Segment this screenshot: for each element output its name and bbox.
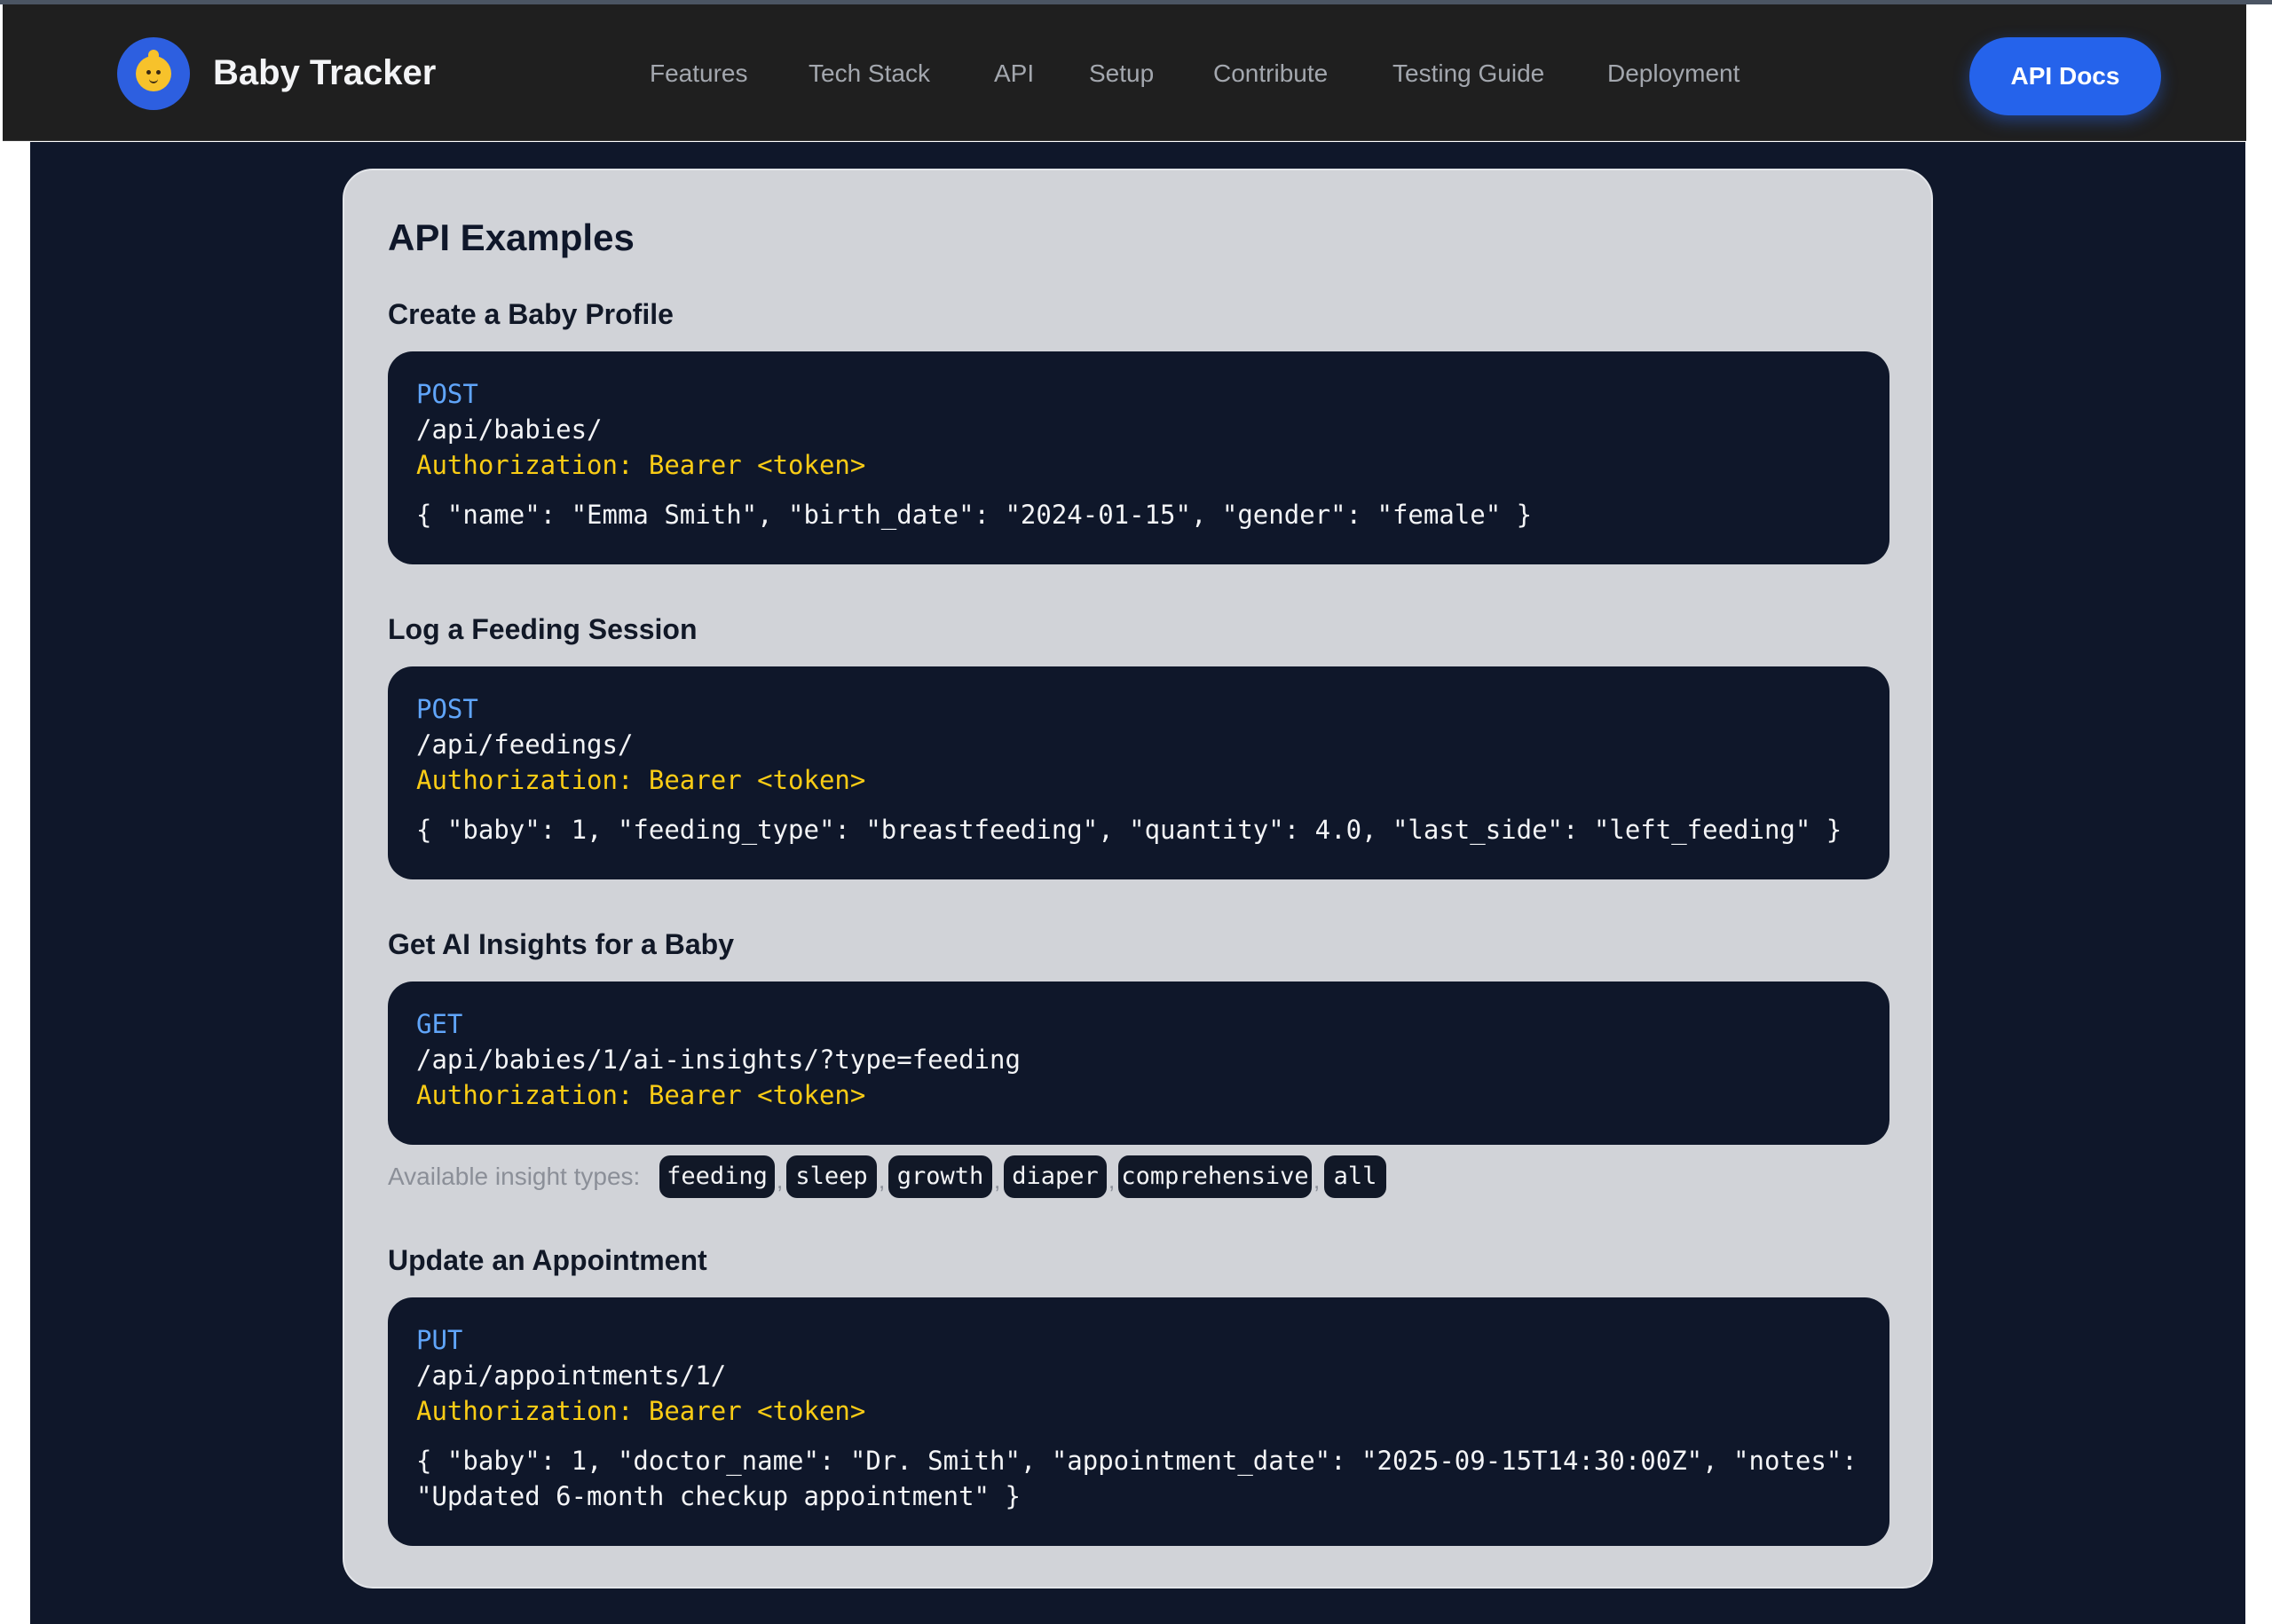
endpoint-path: /api/feedings/ [416, 729, 634, 760]
api-docs-button[interactable]: API Docs [1969, 37, 2161, 115]
section-title-update-appointment: Update an Appointment [388, 1244, 707, 1276]
endpoint-path: /api/appointments/1/ [416, 1360, 727, 1391]
nav-link-deployment[interactable]: Deployment [1607, 58, 1740, 90]
insight-type-diaper: diaper [1004, 1155, 1107, 1198]
request-body: { "name": "Emma Smith", "birth_date": "2… [416, 500, 1533, 530]
endpoint-path: /api/babies/1/ai-insights/?type=feeding [416, 1045, 1021, 1075]
nav-link-api[interactable]: API [994, 58, 1034, 90]
auth-header: Authorization: Bearer <token> [416, 765, 866, 795]
http-method: GET [416, 1009, 463, 1039]
code-block-log-feeding[interactable]: POST /api/feedings/ Authorization: Beare… [388, 666, 1889, 879]
http-method: POST [416, 694, 478, 724]
http-method: PUT [416, 1325, 463, 1355]
insight-type-growth: growth [888, 1155, 992, 1198]
code-block-ai-insights[interactable]: GET /api/babies/1/ai-insights/?type=feed… [388, 981, 1889, 1145]
card-title: API Examples [388, 217, 635, 258]
baby-face-icon[interactable] [117, 37, 190, 110]
auth-header: Authorization: Bearer <token> [416, 1396, 866, 1426]
code-block-create-baby[interactable]: POST /api/babies/ Authorization: Bearer … [388, 351, 1889, 564]
insight-type-all: all [1324, 1155, 1386, 1198]
section-title-create-baby: Create a Baby Profile [388, 298, 674, 330]
code-block-update-appointment[interactable]: PUT /api/appointments/1/ Authorization: … [388, 1297, 1889, 1546]
nav-link-features[interactable]: Features [650, 58, 748, 90]
insight-type-sleep: sleep [786, 1155, 877, 1198]
api-examples-card: API Examples Create a Baby Profile POST … [343, 169, 1933, 1589]
insight-types-label: Available insight types: [388, 1163, 641, 1190]
http-method: POST [416, 379, 478, 409]
nav-link-tech-stack[interactable]: Tech Stack [809, 58, 930, 90]
insight-type-comprehensive: comprehensive [1118, 1155, 1312, 1198]
auth-header: Authorization: Bearer <token> [416, 1080, 866, 1110]
nav-link-contribute[interactable]: Contribute [1213, 58, 1328, 90]
request-body-line-1: { "baby": 1, "doctor_name": "Dr. Smith",… [416, 1446, 1858, 1476]
brand-name[interactable]: Baby Tracker [213, 51, 436, 95]
auth-header: Authorization: Bearer <token> [416, 450, 866, 480]
request-body: { "baby": 1, "feeding_type": "breastfeed… [416, 815, 1842, 845]
separator: , [1314, 1167, 1321, 1194]
nav-link-testing-guide[interactable]: Testing Guide [1392, 58, 1544, 90]
endpoint-path: /api/babies/ [416, 414, 603, 445]
section-title-ai-insights: Get AI Insights for a Baby [388, 928, 734, 960]
separator: , [1108, 1167, 1116, 1194]
nav-link-setup[interactable]: Setup [1089, 58, 1154, 90]
section-title-log-feeding: Log a Feeding Session [388, 613, 698, 645]
request-body-line-2: "Updated 6-month checkup appointment" } [416, 1481, 1021, 1511]
separator: , [994, 1167, 1001, 1194]
separator: , [777, 1167, 784, 1194]
insight-type-feeding: feeding [659, 1155, 775, 1198]
top-navbar: Baby Tracker Features Tech Stack API Set… [3, 4, 2246, 141]
insight-types-row: Available insight types: feeding , sleep… [388, 1155, 1897, 1198]
separator: , [879, 1167, 886, 1194]
